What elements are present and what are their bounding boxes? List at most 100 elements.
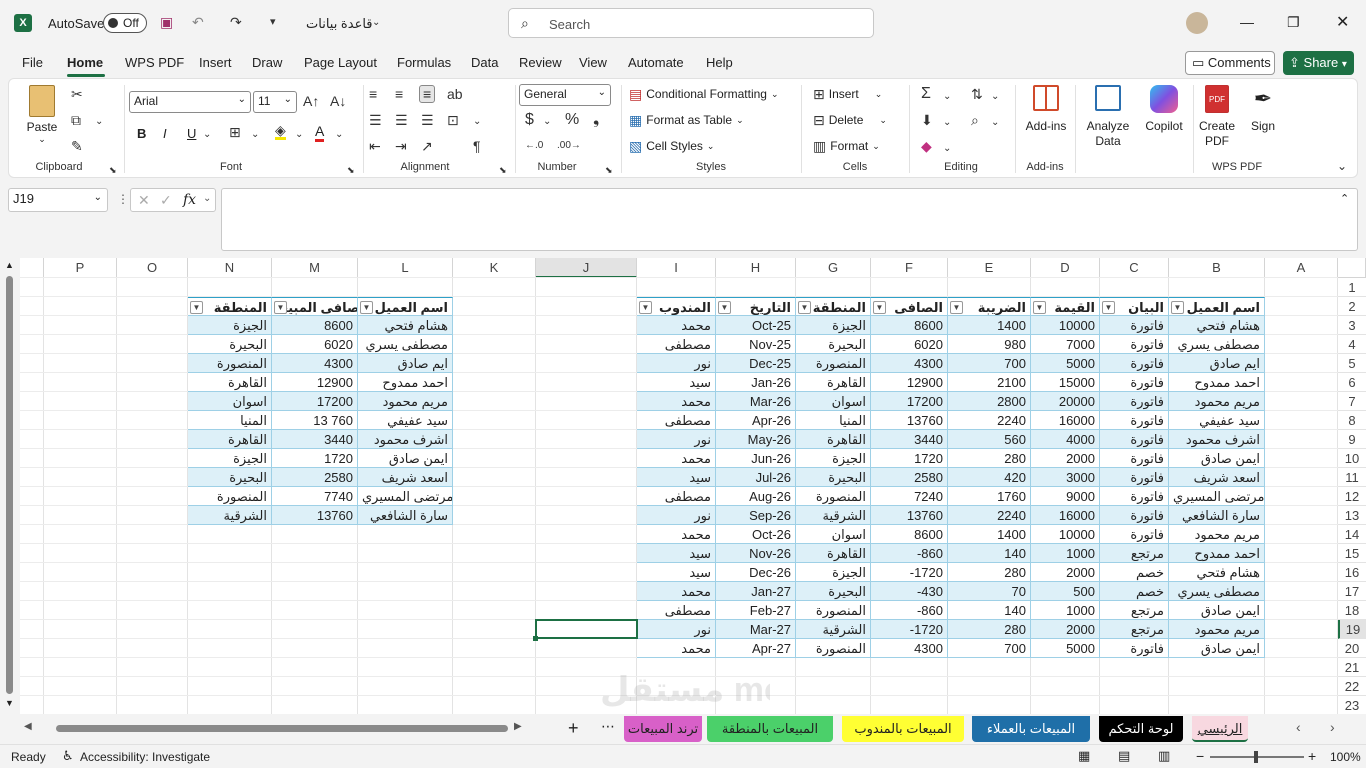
- zoom-slider-thumb[interactable]: [1254, 751, 1258, 763]
- net-sales-table-cell[interactable]: المنصورة: [188, 487, 272, 506]
- font-name-select[interactable]: Arial ⌄: [129, 91, 251, 113]
- net-sales-table-cell[interactable]: 7740: [272, 487, 358, 506]
- increase-font-icon[interactable]: A↑: [303, 94, 319, 108]
- number-launcher-icon[interactable]: ⬊: [605, 163, 613, 177]
- sheet-tab[interactable]: ترند المبيعات: [624, 716, 702, 742]
- wrap-text-icon[interactable]: ab: [447, 87, 463, 101]
- net-sales-table-cell[interactable]: 13 760: [272, 411, 358, 430]
- format-as-table-button[interactable]: ▦ Format as Table ⌄: [629, 113, 744, 127]
- menu-draw[interactable]: Draw: [252, 55, 282, 70]
- net-sales-table-header-cell[interactable]: صافى المبيعا ▼: [272, 297, 358, 316]
- format-painter-icon[interactable]: ✎: [71, 139, 83, 153]
- page-layout-view-icon[interactable]: ▤: [1118, 748, 1130, 764]
- menu-file[interactable]: File: [22, 55, 43, 70]
- underline-icon[interactable]: U: [187, 126, 196, 141]
- confirm-entry-icon[interactable]: ✓: [160, 192, 172, 209]
- menu-insert[interactable]: Insert: [199, 55, 232, 70]
- percent-icon[interactable]: %: [565, 112, 579, 128]
- next-sheet-icon[interactable]: ›: [1330, 719, 1335, 735]
- net-sales-table-cell[interactable]: 1720: [272, 449, 358, 468]
- analyze-data-button[interactable]: Analyze Data: [1079, 85, 1137, 149]
- sheet-tab[interactable]: المبيعات بالمنطقة: [707, 716, 833, 742]
- menu-wps-pdf[interactable]: WPS PDF: [125, 55, 184, 70]
- accessibility-status[interactable]: Accessibility: Investigate: [80, 750, 210, 764]
- addins-button[interactable]: Add-ins: [1021, 85, 1071, 133]
- currency-chevron-icon[interactable]: ⌄: [543, 115, 551, 129]
- prev-sheet-icon[interactable]: ‹: [1296, 719, 1301, 735]
- increase-decimal-icon[interactable]: ←.0: [525, 139, 543, 153]
- align-bottom-icon[interactable]: ≡: [419, 85, 436, 103]
- sort-filter-chevron-icon[interactable]: ⌄: [991, 90, 999, 104]
- comma-style-icon[interactable]: ❟: [593, 112, 599, 128]
- net-sales-table-cell[interactable]: احمد ممدوح: [358, 373, 453, 392]
- net-sales-table-cell[interactable]: المنصورة: [188, 354, 272, 373]
- conditional-formatting-button[interactable]: ▤ Conditional Formatting ⌄: [629, 87, 779, 101]
- page-break-view-icon[interactable]: ▥: [1158, 748, 1170, 764]
- menu-automate[interactable]: Automate: [628, 55, 684, 70]
- text-direction-icon[interactable]: ¶: [473, 139, 481, 153]
- net-sales-table-cell[interactable]: الجيزة: [188, 316, 272, 335]
- net-sales-table-cell[interactable]: مصطفى يسري: [358, 335, 453, 354]
- formula-bar-more-icon[interactable]: ⋮: [117, 192, 129, 206]
- find-select-chevron-icon[interactable]: ⌄: [991, 116, 999, 130]
- bold-icon[interactable]: B: [137, 126, 146, 141]
- net-sales-table-cell[interactable]: 2580: [272, 468, 358, 487]
- net-sales-table-cell[interactable]: اسعد شريف: [358, 468, 453, 487]
- close-icon[interactable]: ✕: [1336, 12, 1349, 32]
- menu-formulas[interactable]: Formulas: [397, 55, 451, 70]
- cell-styles-button[interactable]: ▧ Cell Styles ⌄: [629, 139, 714, 153]
- menu-page-layout[interactable]: Page Layout: [304, 55, 377, 70]
- paste-button[interactable]: Paste ⌄: [23, 85, 61, 155]
- autosave-toggle[interactable]: Off: [103, 13, 147, 33]
- increase-indent-icon[interactable]: ⇥: [395, 139, 407, 153]
- copy-icon[interactable]: ⧉: [71, 113, 81, 127]
- menu-help[interactable]: Help: [706, 55, 733, 70]
- sheet-tab[interactable]: المبيعات بالمندوب: [842, 716, 964, 742]
- decrease-decimal-icon[interactable]: .00→: [557, 139, 581, 153]
- net-sales-table-cell[interactable]: 12900: [272, 373, 358, 392]
- net-sales-table-cell[interactable]: البحيرة: [188, 468, 272, 487]
- undo-icon[interactable]: ↶: [192, 15, 204, 29]
- copy-chevron-icon[interactable]: ⌄: [95, 115, 103, 129]
- sort-filter-icon[interactable]: ⇅: [971, 87, 983, 101]
- filter-dropdown-icon[interactable]: ▼: [274, 301, 287, 314]
- accessibility-icon[interactable]: ♿: [62, 748, 74, 764]
- cancel-entry-icon[interactable]: ✕: [138, 192, 150, 209]
- net-sales-table-cell[interactable]: 4300: [272, 354, 358, 373]
- net-sales-table-cell[interactable]: سيد عفيفي: [358, 411, 453, 430]
- find-select-icon[interactable]: ⌕: [971, 113, 979, 127]
- net-sales-table-cell[interactable]: البحيرة: [188, 335, 272, 354]
- sheet-tab[interactable]: لوحة التحكم: [1099, 716, 1183, 742]
- collapse-ribbon-icon[interactable]: ⌄: [1337, 159, 1347, 173]
- net-sales-table-cell[interactable]: المنيا: [188, 411, 272, 430]
- collapse-formula-bar-icon[interactable]: ⌃: [1340, 192, 1349, 205]
- zoom-out-icon[interactable]: −: [1196, 748, 1204, 764]
- insert-function-icon[interactable]: fx: [183, 192, 196, 208]
- fill-chevron-icon[interactable]: ⌄: [943, 116, 951, 130]
- net-sales-table-cell[interactable]: مرتضى المسيري: [358, 487, 453, 506]
- fill-color-chevron-icon[interactable]: ⌄: [295, 128, 303, 142]
- net-sales-table-cell[interactable]: هشام فتحي: [358, 316, 453, 335]
- menu-review[interactable]: Review: [519, 55, 562, 70]
- net-sales-table-cell[interactable]: ايم صادق: [358, 354, 453, 373]
- net-sales-table-cell[interactable]: اشرف محمود: [358, 430, 453, 449]
- font-color-chevron-icon[interactable]: ⌄: [335, 128, 343, 142]
- net-sales-table-cell[interactable]: سارة الشافعي: [358, 506, 453, 525]
- autosum-chevron-icon[interactable]: ⌄: [943, 90, 951, 104]
- net-sales-table-cell[interactable]: 3440: [272, 430, 358, 449]
- name-box[interactable]: J19 ⌄: [8, 188, 108, 212]
- net-sales-table-cell[interactable]: اسوان: [188, 392, 272, 411]
- search-box[interactable]: ⌕ Search: [508, 8, 874, 38]
- net-sales-table-header-cell[interactable]: المنطقة ▼: [188, 297, 272, 316]
- net-sales-table-cell[interactable]: 8600: [272, 316, 358, 335]
- clipboard-launcher-icon[interactable]: ⬊: [109, 163, 117, 177]
- sheet-tab[interactable]: المبيعات بالعملاء: [972, 716, 1090, 742]
- avatar[interactable]: [1186, 12, 1208, 34]
- net-sales-table-cell[interactable]: القاهرة: [188, 430, 272, 449]
- italic-icon[interactable]: I: [163, 126, 167, 141]
- net-sales-table-header-cell[interactable]: اسم العميل ▼: [358, 297, 453, 316]
- fill-handle[interactable]: [533, 636, 538, 641]
- decrease-font-icon[interactable]: A↓: [330, 94, 346, 108]
- menu-view[interactable]: View: [579, 55, 607, 70]
- menu-data[interactable]: Data: [471, 55, 498, 70]
